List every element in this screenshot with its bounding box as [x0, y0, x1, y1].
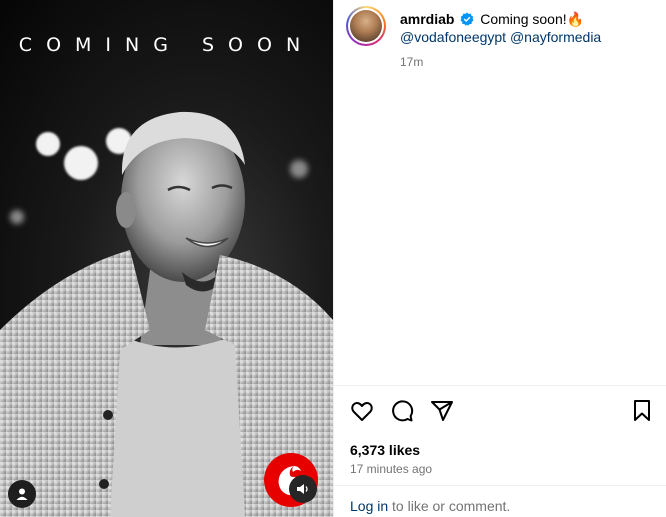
post-details-panel: amrdiab Coming soon!🔥 @vodafoneegypt @na… [333, 0, 666, 517]
mention-link[interactable]: @vodafoneegypt [400, 29, 506, 45]
caption-timestamp[interactable]: 17m [400, 55, 423, 69]
caption-text: Coming soon! [480, 11, 567, 27]
fire-emoji: 🔥 [566, 11, 585, 27]
mute-toggle-button[interactable] [289, 475, 317, 503]
portrait-figure [0, 111, 333, 517]
divider [334, 385, 666, 386]
speaker-icon [297, 484, 308, 494]
user-tags-button[interactable] [8, 480, 36, 508]
login-prompt: Log in to like or comment. [350, 498, 510, 514]
login-prompt-text: to like or comment. [388, 498, 511, 514]
username-link[interactable]: amrdiab [400, 11, 454, 27]
post-media[interactable]: COMING SOON [0, 0, 333, 517]
share-icon[interactable] [430, 399, 454, 423]
caption-row: amrdiab Coming soon!🔥 @vodafoneegypt @na… [346, 6, 650, 46]
heart-icon[interactable] [350, 399, 374, 423]
post-timestamp[interactable]: 17 minutes ago [350, 462, 432, 476]
divider [334, 485, 666, 486]
login-link[interactable]: Log in [350, 498, 388, 514]
bookmark-icon[interactable] [630, 399, 654, 423]
person-icon [16, 488, 28, 500]
caption: amrdiab Coming soon!🔥 @vodafoneegypt @na… [400, 10, 650, 46]
story-ring[interactable] [346, 6, 386, 46]
mention-link[interactable]: @nayformedia [510, 29, 601, 45]
comment-icon[interactable] [390, 399, 414, 423]
verified-badge-icon [460, 12, 474, 26]
avatar[interactable] [350, 10, 382, 42]
likes-count[interactable]: 6,373 likes [350, 442, 420, 458]
action-bar [348, 399, 658, 425]
